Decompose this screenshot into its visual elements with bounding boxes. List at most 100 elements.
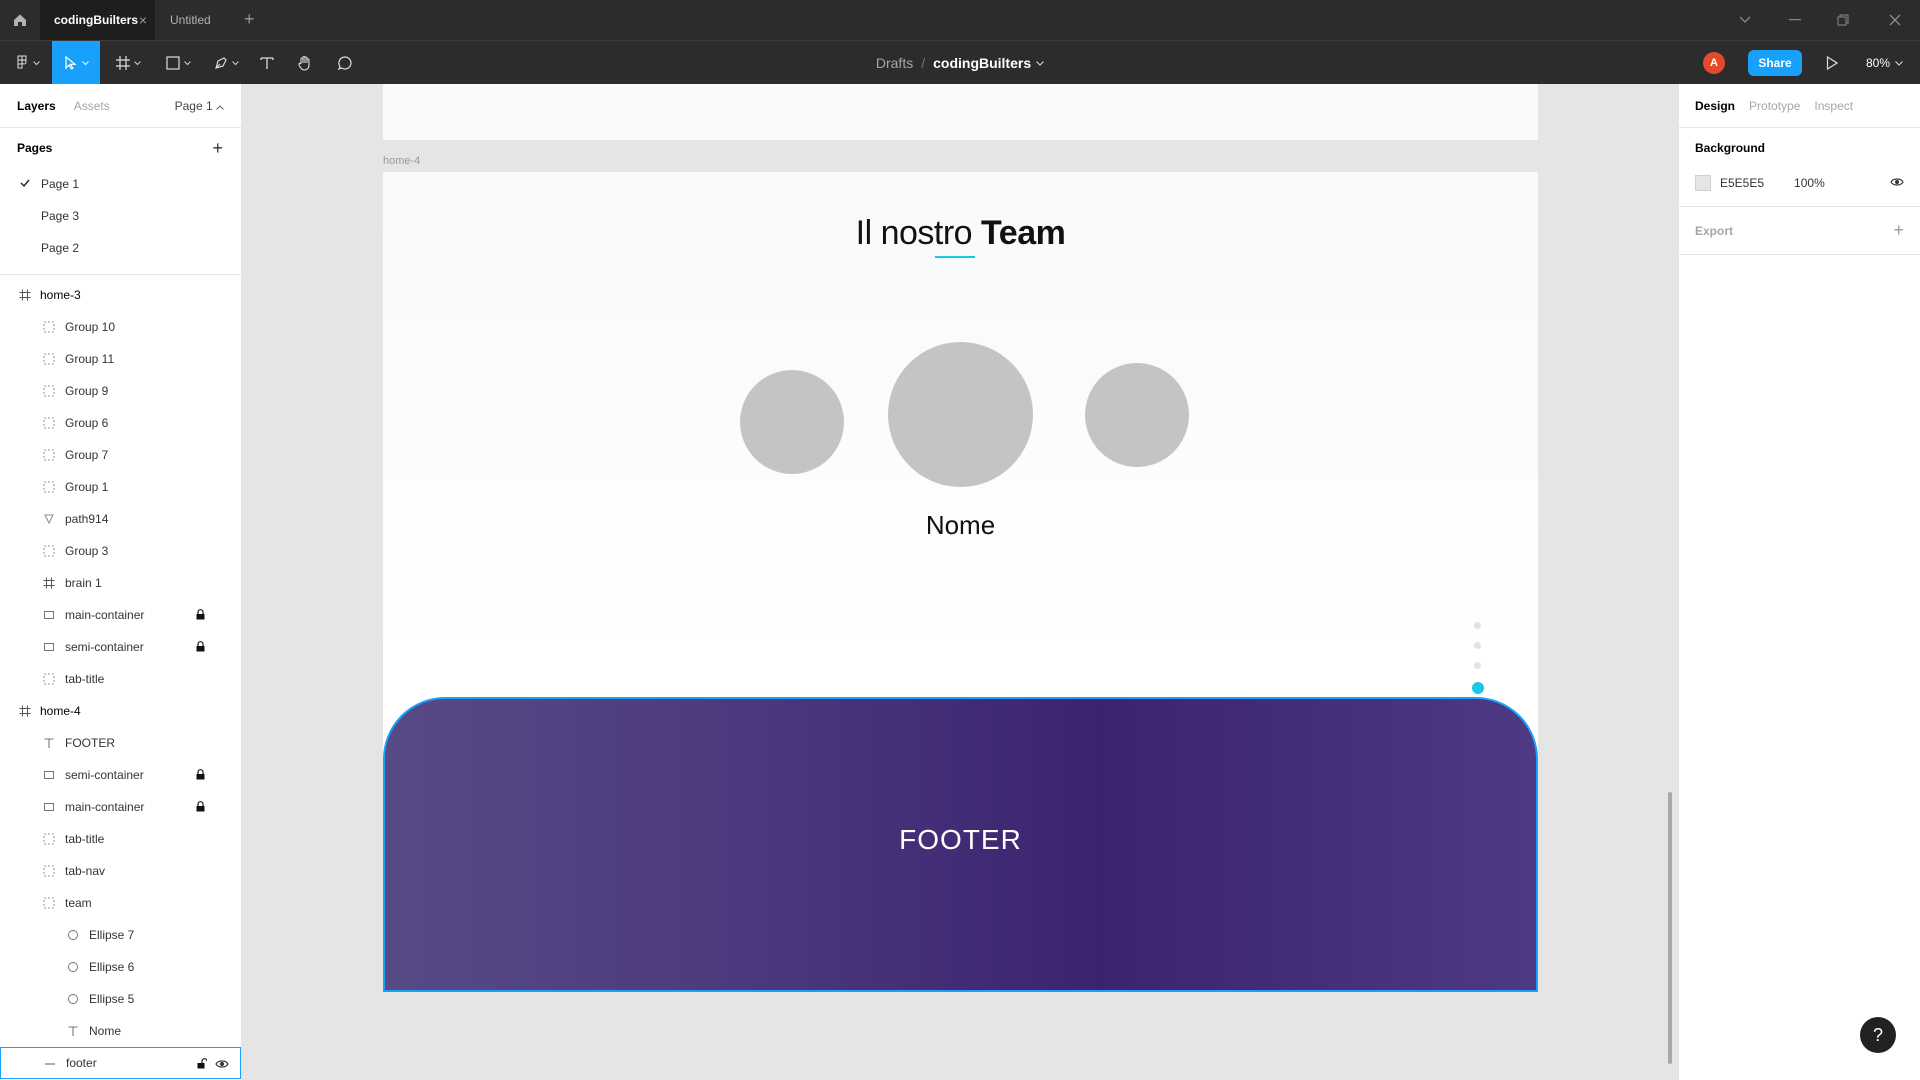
nav-dot[interactable]: [1474, 662, 1481, 669]
minimize-button[interactable]: [1770, 0, 1820, 40]
right-panel: Design Prototype Inspect Background E5E5…: [1678, 84, 1920, 1080]
layer-item-tab-title[interactable]: tab-title: [0, 823, 241, 855]
ellipse-6[interactable]: [888, 342, 1033, 487]
restore-button[interactable]: [1818, 0, 1868, 40]
lock-icon[interactable]: [196, 801, 205, 815]
add-page-button[interactable]: +: [212, 139, 223, 157]
layer-item-semi-container[interactable]: semi-container: [0, 759, 241, 791]
close-tab-button[interactable]: ×: [139, 12, 147, 28]
layer-item-brain-1[interactable]: brain 1: [0, 567, 241, 599]
layer-item-group-9[interactable]: Group 9: [0, 375, 241, 407]
layer-item-group-7[interactable]: Group 7: [0, 439, 241, 471]
layer-item-ellipse-5[interactable]: Ellipse 5: [0, 983, 241, 1015]
group-icon: [42, 416, 56, 430]
team-title-bold: Team: [981, 214, 1066, 252]
layer-item-group-3[interactable]: Group 3: [0, 535, 241, 567]
footer-text[interactable]: FOOTER: [899, 824, 1022, 856]
layer-label: tab-nav: [65, 864, 106, 878]
unlock-icon[interactable]: [197, 1058, 208, 1072]
canvas-scrollbar[interactable]: [1668, 792, 1672, 1064]
tab-assets[interactable]: Assets: [74, 99, 110, 113]
tab-design[interactable]: Design: [1695, 99, 1735, 113]
layer-label: Group 11: [65, 352, 115, 366]
layer-item-group-11[interactable]: Group 11: [0, 343, 241, 375]
layer-item-main-container[interactable]: main-container: [0, 791, 241, 823]
layer-item-tab-nav[interactable]: tab-nav: [0, 855, 241, 887]
frame-icon: [18, 704, 32, 718]
background-hex-input[interactable]: E5E5E5: [1720, 176, 1764, 190]
ellipse-7[interactable]: [740, 370, 844, 474]
nav-dot[interactable]: [1474, 642, 1481, 649]
breadcrumb-drafts[interactable]: Drafts: [876, 55, 913, 71]
layer-item-tab-title[interactable]: tab-title: [0, 663, 241, 695]
team-title[interactable]: Il nostro Team: [383, 214, 1538, 253]
tab-untitled[interactable]: Untitled: [158, 0, 238, 40]
page-item-page-1[interactable]: Page 1: [0, 168, 241, 200]
add-export-button[interactable]: +: [1893, 221, 1904, 239]
layer-item-ellipse-6[interactable]: Ellipse 6: [0, 951, 241, 983]
group-icon: [42, 480, 56, 494]
frame-home-4[interactable]: Il nostro Team Nome FOOTER: [383, 172, 1538, 992]
lock-icon[interactable]: [196, 769, 205, 783]
page-item-page-2[interactable]: Page 2: [0, 232, 241, 264]
canvas[interactable]: home-4 Il nostro Team Nome FOOTER: [243, 84, 1678, 1080]
layer-item-home-3[interactable]: home-3: [0, 279, 241, 311]
background-swatch[interactable]: [1695, 175, 1711, 191]
tab-prototype[interactable]: Prototype: [1749, 99, 1800, 113]
zoom-value: 80%: [1866, 56, 1891, 70]
title-underline[interactable]: [935, 256, 975, 258]
share-button[interactable]: Share: [1748, 50, 1802, 76]
page-item-page-3[interactable]: Page 3: [0, 200, 241, 232]
member-name[interactable]: Nome: [383, 510, 1538, 541]
ellipse-5[interactable]: [1085, 363, 1189, 467]
file-name-button[interactable]: codingBuilters: [933, 55, 1031, 71]
layer-item-home-4[interactable]: home-4: [0, 695, 241, 727]
tabs-dropdown-button[interactable]: [1720, 0, 1770, 40]
layer-item-group-10[interactable]: Group 10: [0, 311, 241, 343]
lock-icon[interactable]: [196, 609, 205, 623]
present-button[interactable]: [1822, 53, 1842, 73]
new-tab-button[interactable]: +: [244, 10, 255, 28]
layer-label: main-container: [65, 800, 145, 814]
layer-label: Group 7: [65, 448, 109, 462]
layer-label: Ellipse 5: [89, 992, 135, 1006]
zoom-menu-button[interactable]: 80%: [1866, 41, 1903, 85]
frame-home-3-bottom[interactable]: [383, 84, 1538, 140]
visibility-toggle[interactable]: [1890, 176, 1904, 190]
frame-label[interactable]: home-4: [383, 155, 420, 167]
line-icon: [43, 1057, 57, 1071]
layer-label: FOOTER: [65, 736, 115, 750]
layer-label: home-4: [40, 704, 81, 718]
layer-item-group-6[interactable]: Group 6: [0, 407, 241, 439]
minimize-icon: [1789, 19, 1801, 21]
page-label: Page 2: [41, 241, 80, 255]
nav-dot[interactable]: [1474, 622, 1481, 629]
close-window-button[interactable]: [1870, 0, 1920, 40]
layer-item-footer[interactable]: FOOTER: [0, 727, 241, 759]
ellipse-icon: [66, 992, 80, 1006]
title-bar: codingBuilters × Untitled +: [0, 0, 1920, 40]
nav-dot-active[interactable]: [1472, 682, 1484, 694]
home-button[interactable]: [0, 0, 40, 40]
layer-item-main-container[interactable]: main-container: [0, 599, 241, 631]
layer-item-semi-container[interactable]: semi-container: [0, 631, 241, 663]
background-fill-row: E5E5E5 100%: [1679, 168, 1920, 198]
help-button[interactable]: ?: [1860, 1017, 1896, 1053]
layer-item-path914[interactable]: path914: [0, 503, 241, 535]
tab-codingbuilters[interactable]: codingBuilters ×: [40, 0, 155, 40]
tab-layers[interactable]: Layers: [17, 99, 56, 113]
eye-icon[interactable]: [215, 1058, 229, 1072]
group-icon: [42, 896, 56, 910]
layer-item-footer[interactable]: footer: [0, 1047, 241, 1079]
group-icon: [42, 832, 56, 846]
layer-item-group-1[interactable]: Group 1: [0, 471, 241, 503]
footer[interactable]: FOOTER: [383, 697, 1538, 992]
layer-item-ellipse-7[interactable]: Ellipse 7: [0, 919, 241, 951]
background-opacity-input[interactable]: 100%: [1794, 176, 1825, 190]
lock-icon[interactable]: [196, 641, 205, 655]
avatar[interactable]: A: [1703, 52, 1725, 74]
tab-inspect[interactable]: Inspect: [1814, 99, 1853, 113]
page-switcher[interactable]: Page 1: [175, 99, 224, 113]
layer-item-nome[interactable]: Nome: [0, 1015, 241, 1047]
layer-item-team[interactable]: team: [0, 887, 241, 919]
